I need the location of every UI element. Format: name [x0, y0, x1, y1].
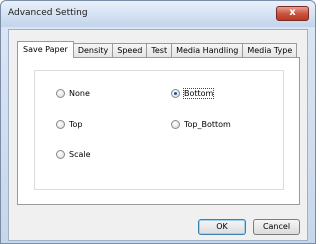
tab-speed[interactable]: Speed	[112, 43, 148, 58]
ok-button[interactable]: OK	[198, 219, 246, 235]
tab-save-paper[interactable]: Save Paper	[17, 41, 74, 58]
tab-media-handling[interactable]: Media Handling	[171, 43, 244, 58]
advanced-setting-dialog: Advanced Setting x Save Paper Density Sp…	[0, 0, 316, 244]
radio-none-indicator[interactable]	[56, 89, 65, 98]
radio-top-indicator[interactable]	[56, 120, 65, 129]
save-paper-panel: None Top Scale Bottom Top_Bottom	[17, 57, 300, 205]
dialog-title: Advanced Setting	[8, 8, 88, 18]
radio-scale-indicator[interactable]	[56, 150, 65, 159]
close-icon: x	[289, 7, 296, 18]
tab-density[interactable]: Density	[72, 43, 114, 58]
tab-test[interactable]: Test	[146, 43, 173, 58]
tab-media-type[interactable]: Media Type	[242, 43, 298, 58]
radio-none[interactable]: None	[56, 89, 90, 98]
radio-top-bottom[interactable]: Top_Bottom	[171, 120, 231, 129]
cancel-button[interactable]: Cancel	[253, 219, 300, 235]
radio-top-label: Top	[69, 120, 83, 129]
title-bar[interactable]: Advanced Setting x	[1, 1, 315, 27]
save-paper-options-group: None Top Scale Bottom Top_Bottom	[34, 70, 284, 190]
radio-bottom-indicator[interactable]	[171, 89, 180, 98]
radio-bottom-label: Bottom	[182, 88, 215, 99]
radio-scale-label: Scale	[69, 150, 91, 159]
close-button[interactable]: x	[276, 6, 309, 21]
radio-top[interactable]: Top	[56, 120, 83, 129]
radio-top-bottom-indicator[interactable]	[171, 120, 180, 129]
radio-none-label: None	[69, 89, 90, 98]
tab-strip: Save Paper Density Speed Test Media Hand…	[17, 41, 298, 58]
radio-top-bottom-label: Top_Bottom	[184, 120, 231, 129]
dialog-body: Save Paper Density Speed Test Media Hand…	[8, 29, 308, 241]
radio-scale[interactable]: Scale	[56, 150, 91, 159]
radio-bottom[interactable]: Bottom	[171, 88, 215, 99]
